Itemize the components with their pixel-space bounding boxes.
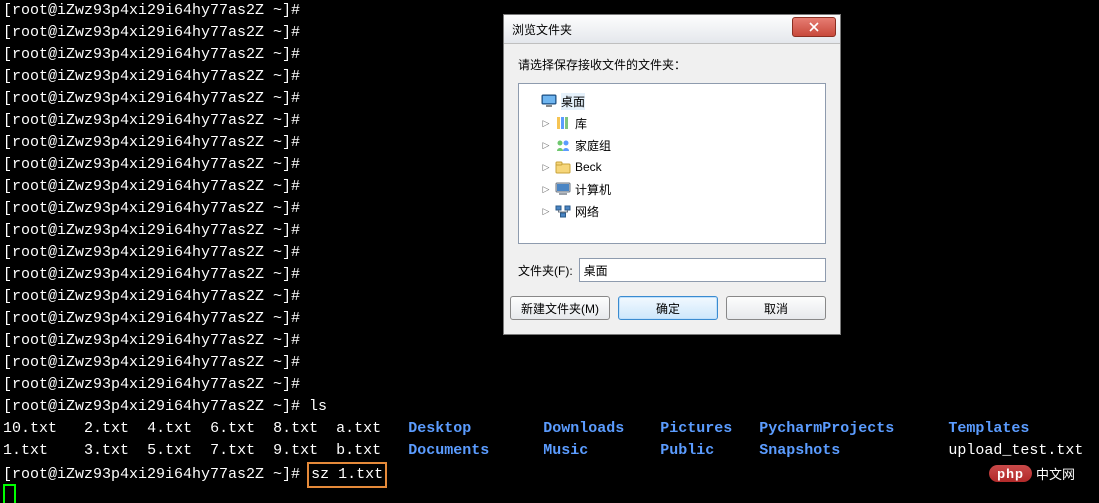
user-icon — [555, 159, 571, 175]
ls-entry: 4.txt — [147, 420, 192, 437]
ls-entry: Documents — [408, 442, 489, 459]
ls-entry: Public — [660, 442, 714, 459]
tree-item-label: 家庭组 — [575, 137, 611, 154]
tree-item[interactable]: 桌面 — [523, 90, 821, 112]
ls-entry: PycharmProjects — [759, 420, 894, 437]
new-folder-button[interactable]: 新建文件夹(M) — [510, 296, 610, 320]
ls-entry: 8.txt — [273, 420, 318, 437]
cancel-button[interactable]: 取消 — [726, 296, 826, 320]
ls-entry: upload_test.txt — [948, 442, 1083, 459]
highlighted-command: sz 1.txt — [307, 462, 387, 488]
ls-output-row: 10.txt 2.txt 4.txt 6.txt 8.txt a.txt Des… — [3, 418, 1099, 440]
tree-item[interactable]: ▷库 — [523, 112, 821, 134]
dialog-instruction: 请选择保存接收文件的文件夹： — [518, 56, 826, 73]
tree-item-label: 网络 — [575, 203, 599, 220]
expander-icon[interactable]: ▷ — [541, 184, 551, 194]
ls-entry: 1.txt — [3, 442, 48, 459]
ls-entry: 10.txt — [3, 420, 57, 437]
expander-icon[interactable]: ▷ — [541, 206, 551, 216]
tree-item-label: 库 — [575, 115, 587, 132]
tree-item-label: 桌面 — [561, 93, 585, 110]
ls-entry: Snapshots — [759, 442, 840, 459]
watermark: php 中文网 — [989, 463, 1075, 483]
prompt-line: [root@iZwz93p4xi29i64hy77as2Z ~]# — [3, 352, 1099, 374]
ls-output-row: 1.txt 3.txt 5.txt 7.txt 9.txt b.txt Docu… — [3, 440, 1099, 462]
tree-item[interactable]: ▷ 网络 — [523, 200, 821, 222]
expander-icon[interactable] — [527, 96, 537, 106]
homegroup-icon — [555, 137, 571, 153]
watermark-badge: php — [989, 465, 1032, 482]
tree-item[interactable]: ▷ 家庭组 — [523, 134, 821, 156]
ls-entry: 7.txt — [210, 442, 255, 459]
ls-entry: b.txt — [336, 442, 381, 459]
expander-icon[interactable]: ▷ — [541, 140, 551, 150]
folder-tree[interactable]: 桌面▷库▷家庭组▷Beck▷计算机▷网络 — [518, 83, 826, 244]
tree-item[interactable]: ▷ 计算机 — [523, 178, 821, 200]
ls-entry: Pictures — [660, 420, 732, 437]
watermark-text: 中文网 — [1036, 464, 1075, 483]
ls-entry: a.txt — [336, 420, 381, 437]
tree-item[interactable]: ▷ Beck — [523, 156, 821, 178]
expander-icon[interactable]: ▷ — [541, 118, 551, 128]
ok-button[interactable]: 确定 — [618, 296, 718, 320]
ls-entry: 9.txt — [273, 442, 318, 459]
ls-entry: Downloads — [543, 420, 624, 437]
ls-entry: Templates — [948, 420, 1029, 437]
computer-icon — [555, 181, 571, 197]
ls-entry: 3.txt — [84, 442, 129, 459]
ls-entry: Music — [543, 442, 588, 459]
close-button[interactable] — [792, 17, 836, 37]
cursor-line — [3, 484, 1099, 503]
browse-folder-dialog: 浏览文件夹 请选择保存接收文件的文件夹： 桌面▷库▷家庭组▷Beck▷计算机▷网… — [503, 14, 841, 335]
folder-path-input[interactable] — [579, 258, 826, 282]
folder-path-label: 文件夹(F): — [518, 262, 573, 279]
cursor — [3, 484, 16, 503]
network-icon — [555, 203, 571, 219]
desktop-icon — [541, 93, 557, 109]
expander-icon[interactable]: ▷ — [541, 162, 551, 172]
dialog-title: 浏览文件夹 — [512, 21, 572, 38]
ls-entry: Desktop — [408, 420, 471, 437]
prompt-line: [root@iZwz93p4xi29i64hy77as2Z ~]# sz 1.t… — [3, 462, 1099, 484]
libraries-icon — [555, 115, 571, 131]
prompt-line: [root@iZwz93p4xi29i64hy77as2Z ~]# ls — [3, 396, 1099, 418]
tree-item-label: Beck — [575, 160, 602, 174]
tree-item-label: 计算机 — [575, 181, 611, 198]
dialog-titlebar[interactable]: 浏览文件夹 — [504, 15, 840, 44]
prompt-line: [root@iZwz93p4xi29i64hy77as2Z ~]# — [3, 374, 1099, 396]
ls-entry: 5.txt — [147, 442, 192, 459]
ls-entry: 2.txt — [84, 420, 129, 437]
ls-entry: 6.txt — [210, 420, 255, 437]
